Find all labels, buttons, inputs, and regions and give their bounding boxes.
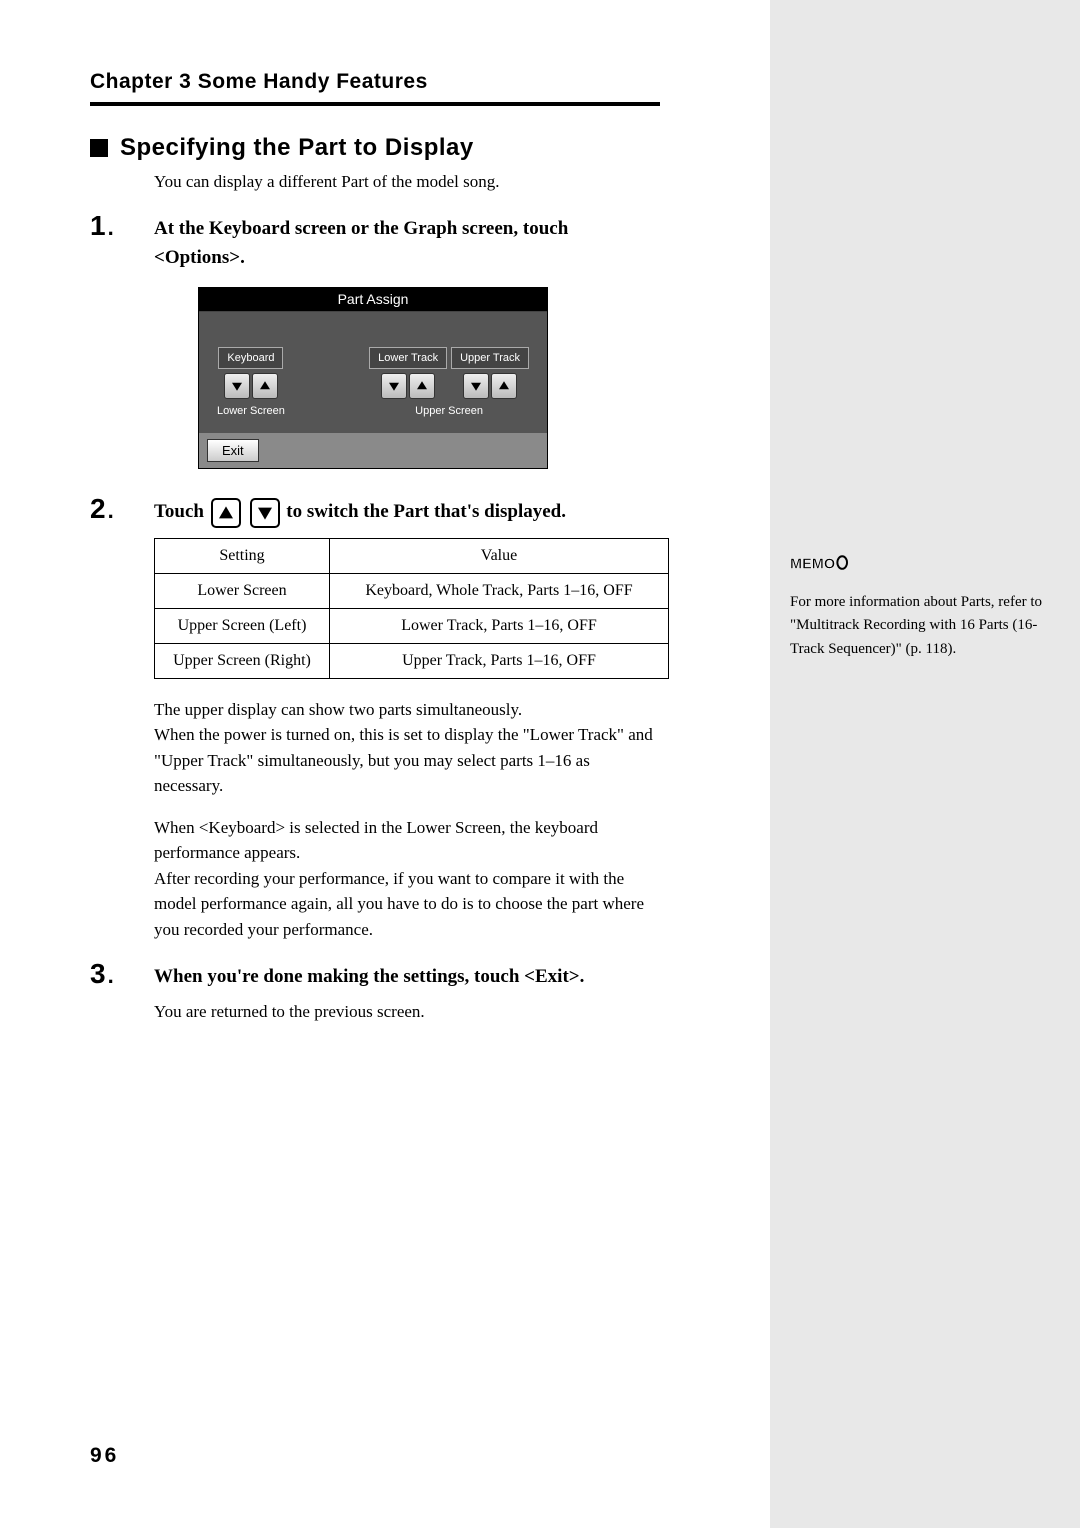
body-paragraph-2: When <Keyboard> is selected in the Lower… <box>154 815 660 943</box>
table-header-setting: Setting <box>155 538 330 573</box>
table-row: Lower Screen Keyboard, Whole Track, Part… <box>155 573 669 608</box>
arrow-up-icon[interactable] <box>409 373 435 399</box>
table-cell-setting: Upper Screen (Right) <box>155 643 330 678</box>
upper-screen-group: Lower Track Upper Track <box>369 347 529 417</box>
step-3-instruction: When you're done making the settings, to… <box>154 962 660 991</box>
body-paragraph-1: The upper display can show two parts sim… <box>154 697 660 799</box>
table-cell-value: Upper Track, Parts 1–16, OFF <box>330 643 669 678</box>
lower-screen-label: Lower Screen <box>217 405 285 417</box>
table-header-value: Value <box>330 538 669 573</box>
step-number: 3. <box>90 958 154 991</box>
section-bullet-icon <box>90 139 108 157</box>
table-cell-setting: Upper Screen (Left) <box>155 608 330 643</box>
part-assign-screenshot: Part Assign Keyboard Lower Screen Lower … <box>198 287 548 469</box>
chapter-header: Chapter 3 Some Handy Features <box>90 70 660 94</box>
page-number: 96 <box>90 1444 119 1468</box>
header-rule <box>90 102 660 106</box>
table-cell-setting: Lower Screen <box>155 573 330 608</box>
memo-text: For more information about Parts, refer … <box>790 591 1050 661</box>
arrow-down-icon[interactable] <box>381 373 407 399</box>
body-paragraph-3: You are returned to the previous screen. <box>154 999 660 1025</box>
section-title: Specifying the Part to Display <box>120 134 474 162</box>
exit-button[interactable]: Exit <box>207 439 259 462</box>
arrow-down-icon[interactable] <box>224 373 250 399</box>
arrow-up-icon[interactable] <box>252 373 278 399</box>
table-header-row: Setting Value <box>155 538 669 573</box>
step-2: 2. Touch to switch the Part that's displ… <box>90 493 660 528</box>
intro-text: You can display a different Part of the … <box>154 172 660 192</box>
table-row: Upper Screen (Right) Upper Track, Parts … <box>155 643 669 678</box>
table-cell-value: Lower Track, Parts 1–16, OFF <box>330 608 669 643</box>
memo-icon: MEMO <box>790 550 1050 583</box>
step-number: 2. <box>90 493 154 528</box>
lower-screen-group: Keyboard Lower Screen <box>217 347 285 417</box>
arrow-up-icon[interactable] <box>491 373 517 399</box>
svg-text:MEMO: MEMO <box>790 556 835 572</box>
table-row: Upper Screen (Left) Lower Track, Parts 1… <box>155 608 669 643</box>
upper-track-button[interactable]: Upper Track <box>451 347 529 369</box>
step-3: 3. When you're done making the settings,… <box>90 958 660 991</box>
step-1: 1. At the Keyboard screen or the Graph s… <box>90 210 660 273</box>
arrow-up-icon <box>211 498 241 528</box>
settings-table: Setting Value Lower Screen Keyboard, Who… <box>154 538 669 679</box>
keyboard-button[interactable]: Keyboard <box>218 347 283 369</box>
lower-track-button[interactable]: Lower Track <box>369 347 447 369</box>
step-2-instruction: Touch to switch the Part that's displaye… <box>154 497 660 528</box>
step-1-instruction: At the Keyboard screen or the Graph scre… <box>154 214 660 273</box>
arrow-down-icon[interactable] <box>463 373 489 399</box>
upper-screen-label: Upper Screen <box>369 405 529 417</box>
screenshot-title: Part Assign <box>199 288 547 312</box>
step-number: 1. <box>90 210 154 273</box>
table-cell-value: Keyboard, Whole Track, Parts 1–16, OFF <box>330 573 669 608</box>
arrow-down-icon <box>250 498 280 528</box>
